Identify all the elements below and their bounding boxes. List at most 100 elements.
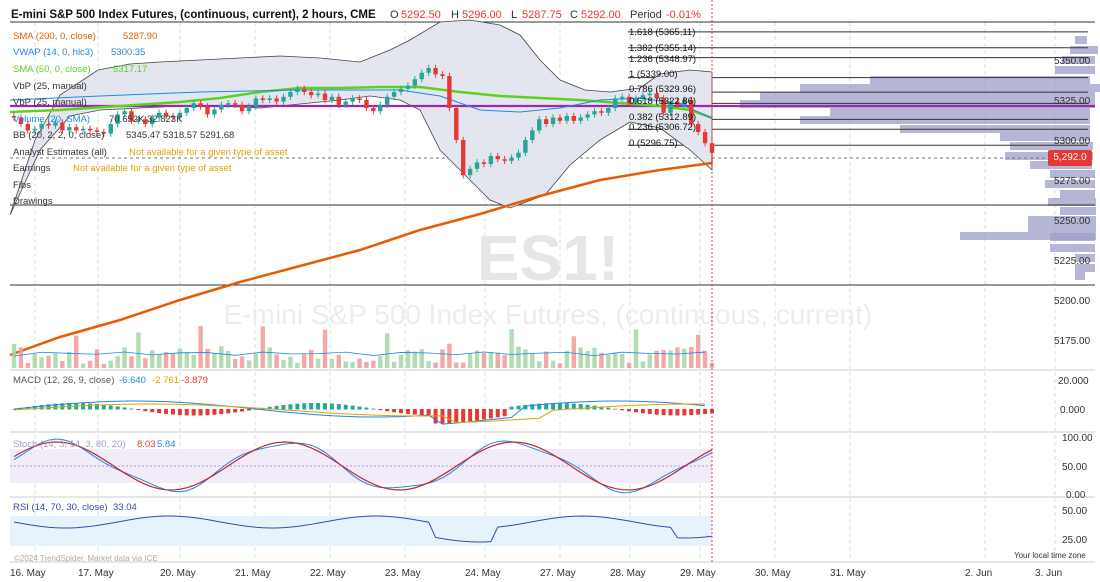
- indicator-label[interactable]: SMA (50, 0, close): [13, 64, 91, 76]
- candle-body: [274, 98, 279, 102]
- vbp-bar: [1075, 272, 1085, 280]
- indicator-label[interactable]: Volume (20, SMA): [13, 114, 90, 126]
- chart-title: E-mini S&P 500 Index Futures, (continuou…: [11, 9, 376, 21]
- indicator-label[interactable]: Fibs: [13, 180, 31, 192]
- volume-bar: [170, 353, 176, 368]
- indicator-label[interactable]: Analyst Estimates (all): [13, 147, 107, 159]
- local-time-label[interactable]: Your local time zone: [1014, 550, 1086, 562]
- volume-bar: [502, 355, 507, 368]
- candle-body: [564, 116, 570, 121]
- volume-bar: [384, 333, 390, 368]
- indicator-label[interactable]: Drawings: [13, 196, 53, 208]
- stoch-value-2: 5.84: [157, 439, 176, 450]
- macd-value-3: -3.879: [181, 375, 208, 386]
- macd-histogram-bar: [101, 404, 106, 410]
- vbp-bar: [1055, 66, 1095, 74]
- volume-bar: [626, 362, 632, 368]
- macd-histogram-bar: [654, 409, 659, 415]
- candle-body: [371, 108, 376, 112]
- macd-label: MACD (12, 26, 9, close): [13, 375, 115, 386]
- volume-bar: [371, 360, 376, 368]
- indicator-label[interactable]: VbP (25, manual): [13, 81, 87, 93]
- candle-body: [302, 88, 307, 92]
- indicator-value: 5345.47 5318.57 5291.68: [126, 130, 235, 141]
- volume-bar: [516, 346, 521, 368]
- macd-histogram-bar: [246, 409, 251, 411]
- volume-bar: [419, 349, 424, 368]
- rsi-value: 33.04: [113, 502, 137, 513]
- volume-bar: [543, 351, 549, 368]
- y-tick-label: 5275.00: [1054, 176, 1091, 187]
- fib-level-label: 0.786 (5329.96): [629, 84, 697, 95]
- candle-body: [295, 88, 300, 92]
- x-tick-label: 22. May: [310, 568, 346, 579]
- volume-bar: [25, 362, 31, 368]
- volume-bar: [143, 358, 148, 368]
- candle-body: [613, 98, 618, 108]
- volume-bar: [689, 347, 694, 368]
- candle-body: [232, 103, 238, 105]
- indicator-label[interactable]: Earnings: [13, 163, 51, 175]
- y-tick-label: 5175.00: [1054, 336, 1091, 347]
- fib-level-label: 0.236 (5306.72): [629, 122, 697, 133]
- macd-histogram-bar: [322, 403, 327, 410]
- candle-body: [191, 103, 196, 108]
- macd-histogram-bar: [585, 404, 590, 410]
- candle-body: [364, 100, 369, 108]
- volume-bar: [67, 351, 72, 368]
- indicator-label[interactable]: VbP (25, manual): [13, 97, 87, 109]
- macd-histogram-bar: [164, 409, 169, 414]
- y-tick-label: 5200.00: [1054, 296, 1091, 307]
- candle-body: [246, 106, 252, 112]
- volume-bar: [391, 361, 397, 368]
- candle-body: [405, 85, 411, 89]
- indicator-label[interactable]: BB (20, 2, 2, 0, close): [13, 130, 104, 142]
- volume-bar: [260, 326, 265, 368]
- macd-histogram-bar: [606, 407, 611, 410]
- volume-bar: [329, 358, 335, 368]
- volume-bar: [571, 336, 576, 368]
- stoch-value-1: 8.03: [137, 439, 156, 450]
- volume-bar: [613, 352, 618, 368]
- x-tick-label: 30. May: [755, 568, 791, 579]
- macd-histogram-bar: [468, 409, 473, 422]
- chart-canvas[interactable]: ES1! E-mini S&P 500 Index Futures, (conti…: [0, 0, 1100, 582]
- volume-bar: [136, 332, 141, 368]
- macd-histogram-bar: [620, 409, 625, 411]
- macd-histogram-bar: [668, 409, 673, 416]
- indicator-value: 5317.17: [113, 64, 148, 75]
- x-tick-label: 17. May: [78, 568, 114, 579]
- candle-body: [467, 168, 473, 176]
- candle-body: [212, 109, 217, 115]
- candle-body: [350, 98, 355, 102]
- vbp-bar: [830, 108, 1090, 116]
- candle-body: [440, 74, 445, 76]
- volume-bar: [447, 343, 452, 368]
- candle-body: [219, 104, 224, 110]
- macd-histogram-bar: [108, 405, 113, 410]
- macd-histogram-bar: [205, 409, 210, 416]
- candle-body: [585, 114, 590, 118]
- close-label: C: [570, 9, 578, 21]
- volume-bar: [156, 353, 162, 368]
- indicator-label[interactable]: VWAP (14, 0, hlc3): [13, 47, 93, 59]
- volume-bar: [108, 360, 113, 368]
- candle-body: [281, 96, 286, 102]
- macd-histogram-bar: [136, 409, 141, 411]
- volume-bar: [523, 349, 528, 368]
- macd-histogram-bar: [426, 409, 431, 416]
- macd-histogram-bar: [675, 409, 680, 416]
- volume-bar: [440, 349, 445, 368]
- candle-body: [184, 108, 189, 113]
- macd-histogram-bar: [219, 409, 224, 415]
- rsi-band: [10, 516, 712, 546]
- macd-histogram-bar: [150, 409, 155, 413]
- volume-bar: [308, 349, 314, 368]
- volume-bar: [101, 363, 107, 368]
- macd-histogram-bar: [564, 403, 569, 410]
- indicator-label[interactable]: SMA (200, 0, close): [13, 31, 96, 43]
- volume-bar: [219, 346, 224, 368]
- volume-bar: [461, 362, 466, 368]
- macd-histogram-bar: [392, 409, 397, 413]
- volume-bar: [94, 349, 100, 368]
